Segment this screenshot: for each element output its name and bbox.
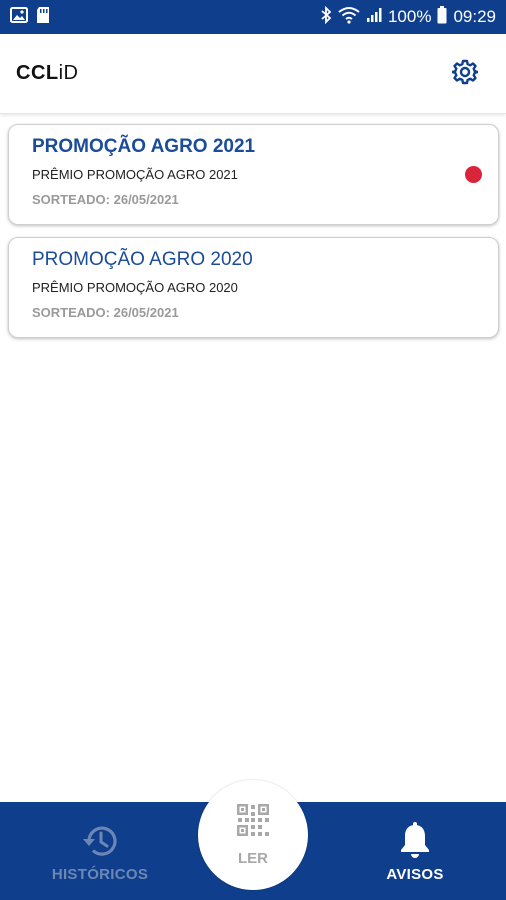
card-title: PROMOÇÃO AGRO 2021 (32, 136, 256, 157)
nav-avisos[interactable]: AVISOS (360, 802, 470, 900)
logo-main: CCL (16, 62, 59, 84)
wifi-icon (338, 6, 360, 29)
clock: 09:29 (453, 7, 496, 26)
status-left (10, 6, 50, 29)
app-header: CCLiD (0, 34, 506, 114)
qr-code-icon (236, 803, 270, 842)
history-icon (81, 822, 119, 860)
nav-historicos[interactable]: HISTÓRICOS (30, 802, 170, 900)
notification-card[interactable]: PROMOÇÃO AGRO 2020 PRÊMIO PROMOÇÃO AGRO … (8, 237, 499, 338)
gallery-icon (10, 6, 28, 28)
card-date: SORTEADO: 26/05/2021 (32, 192, 179, 207)
card-date: SORTEADO: 26/05/2021 (32, 305, 179, 320)
gear-icon (450, 59, 480, 90)
settings-button[interactable] (450, 59, 480, 89)
nav-historicos-label: HISTÓRICOS (51, 866, 149, 883)
battery-icon (437, 5, 447, 29)
unread-indicator (465, 166, 482, 183)
card-subtitle: PRÊMIO PROMOÇÃO AGRO 2020 (32, 280, 238, 295)
status-right: 100% 09:29 (320, 5, 496, 29)
card-title: PROMOÇÃO AGRO 2020 (32, 249, 253, 270)
bell-icon (398, 822, 432, 860)
card-subtitle: PRÊMIO PROMOÇÃO AGRO 2021 (32, 167, 238, 182)
logo-suffix: iD (58, 62, 79, 84)
nav-avisos-label: AVISOS (386, 866, 444, 883)
bluetooth-icon (320, 5, 332, 29)
battery-percent: 100% (387, 7, 432, 26)
scan-qr-button[interactable]: LER (198, 780, 308, 890)
sd-card-icon (36, 6, 50, 29)
notification-card[interactable]: PROMOÇÃO AGRO 2021 PRÊMIO PROMOÇÃO AGRO … (8, 124, 499, 225)
scan-label: LER (238, 850, 268, 867)
app-logo: CCLiD (16, 62, 79, 85)
status-bar: 100% 09:29 (0, 0, 506, 34)
signal-icon (366, 7, 382, 28)
notification-list: PROMOÇÃO AGRO 2021 PRÊMIO PROMOÇÃO AGRO … (8, 124, 499, 350)
